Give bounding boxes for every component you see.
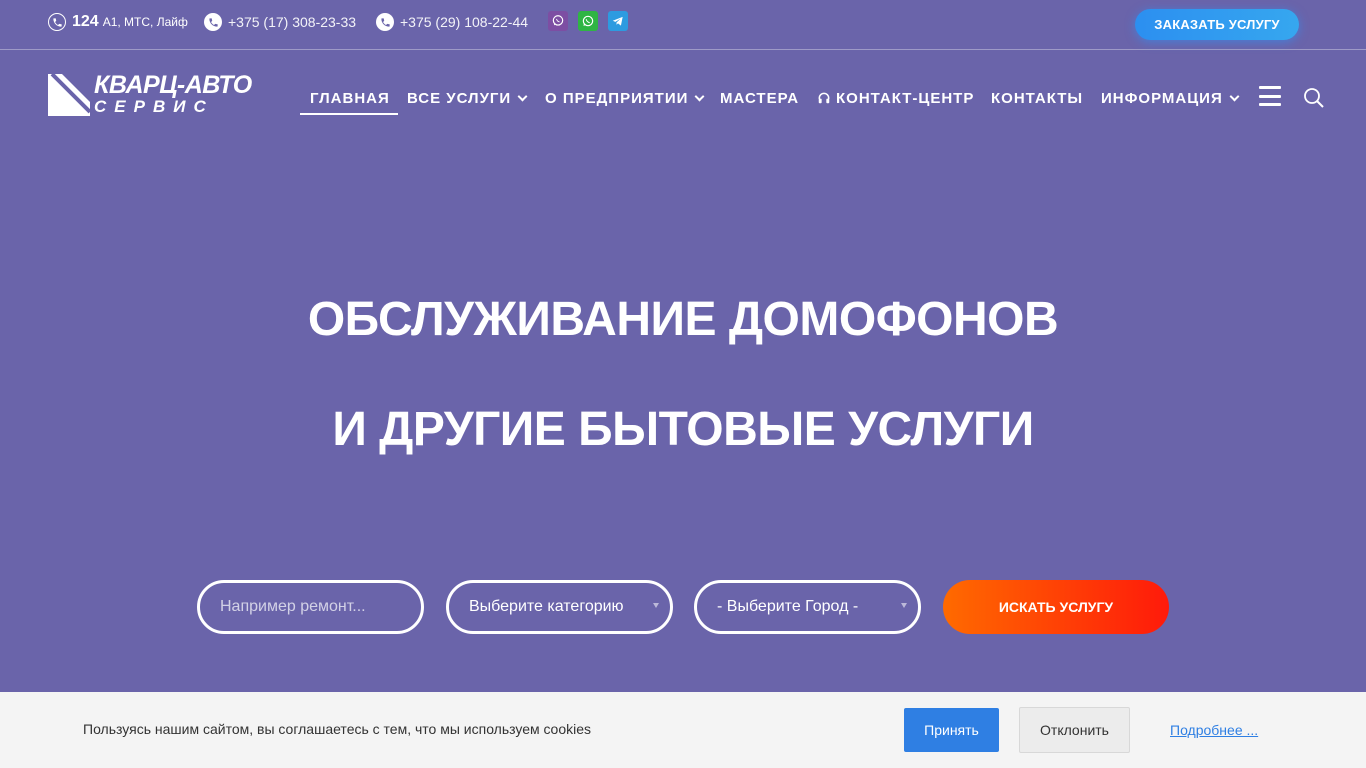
short-number-contact[interactable]: 124 А1, МТС, Лайф xyxy=(48,12,188,32)
search-query-field[interactable] xyxy=(197,580,424,634)
nav-item-label: ГЛАВНАЯ xyxy=(310,89,390,107)
phone-icon xyxy=(376,13,394,31)
viber-icon[interactable] xyxy=(548,11,568,31)
logo-mark-icon xyxy=(48,74,90,116)
nav-item-all-services[interactable]: ВСЕ УСЛУГИ xyxy=(407,88,528,108)
search-icon[interactable] xyxy=(1302,86,1326,110)
cookie-banner: Пользуясь нашим сайтом, вы соглашаетесь … xyxy=(0,692,1366,768)
order-service-button[interactable]: ЗАКАЗАТЬ УСЛУГУ xyxy=(1135,9,1299,40)
nav-item-about[interactable]: О ПРЕДПРИЯТИИ xyxy=(545,88,705,108)
telegram-icon[interactable] xyxy=(608,11,628,31)
nav-active-indicator xyxy=(300,113,398,115)
nav-item-contact-center[interactable]: КОНТАКТ-ЦЕНТР xyxy=(817,88,974,108)
whatsapp-icon[interactable] xyxy=(578,11,598,31)
dropdown-caret-icon xyxy=(901,603,907,608)
phone-icon xyxy=(204,13,222,31)
nav-item-label: ВСЕ УСЛУГИ xyxy=(407,89,512,107)
nav-item-label: КОНТАКТ-ЦЕНТР xyxy=(836,89,975,107)
cookie-more-link[interactable]: Подробнее ... xyxy=(1170,722,1258,738)
nav-item-home[interactable]: ГЛАВНАЯ xyxy=(310,88,390,108)
logo-text-sub: СЕРВИС xyxy=(94,97,214,116)
phone-ring-icon xyxy=(48,13,66,31)
nav-item-label: ИНФОРМАЦИЯ xyxy=(1101,89,1223,107)
menu-icon[interactable] xyxy=(1259,86,1281,106)
phone-2[interactable]: +375 (29) 108-22-44 xyxy=(376,12,528,32)
hero-title-line-2: И ДРУГИЕ БЫТОВЫЕ УСЛУГИ xyxy=(332,403,1034,456)
category-select-value: Выберите категорию xyxy=(469,598,624,615)
logo-text-main: КВАРЦ-АВТО xyxy=(94,71,252,99)
chevron-down-icon xyxy=(1229,91,1240,101)
chevron-down-icon xyxy=(694,91,705,101)
nav-item-contacts[interactable]: КОНТАКТЫ xyxy=(991,88,1083,108)
top-bar: 124 А1, МТС, Лайф +375 (17) 308-23-33 +3… xyxy=(0,0,1366,50)
search-input[interactable] xyxy=(220,598,421,616)
nav-item-label: МАСТЕРА xyxy=(720,89,800,107)
city-select[interactable]: - Выберите Город - xyxy=(694,580,921,634)
phone-1[interactable]: +375 (17) 308-23-33 xyxy=(204,12,356,32)
search-service-button[interactable]: ИСКАТЬ УСЛУГУ xyxy=(943,580,1169,634)
accept-cookies-button[interactable]: Принять xyxy=(904,708,999,752)
chevron-down-icon xyxy=(517,91,528,101)
phone-1-number: +375 (17) 308-23-33 xyxy=(228,14,357,30)
short-number-operators: А1, МТС, Лайф xyxy=(102,15,188,29)
nav-item-label: О ПРЕДПРИЯТИИ xyxy=(545,89,689,107)
cookie-notice-text: Пользуясь нашим сайтом, вы соглашаетесь … xyxy=(83,721,592,737)
nav-item-information[interactable]: ИНФОРМАЦИЯ xyxy=(1101,88,1240,108)
site-logo[interactable]: КВАРЦ-АВТО СЕРВИС xyxy=(48,71,252,117)
headphones-icon xyxy=(818,92,830,104)
dropdown-caret-icon xyxy=(653,603,659,608)
phone-2-number: +375 (29) 108-22-44 xyxy=(400,14,529,30)
nav-item-label: КОНТАКТЫ xyxy=(991,89,1084,107)
city-select-value: - Выберите Город - xyxy=(717,598,859,615)
hero-title-line-1: ОБСЛУЖИВАНИЕ ДОМОФОНОВ xyxy=(307,293,1059,346)
short-number: 124 xyxy=(72,13,99,30)
nav-item-masters[interactable]: МАСТЕРА xyxy=(720,88,799,108)
category-select[interactable]: Выберите категорию xyxy=(446,580,673,634)
decline-cookies-button[interactable]: Отклонить xyxy=(1019,707,1130,753)
